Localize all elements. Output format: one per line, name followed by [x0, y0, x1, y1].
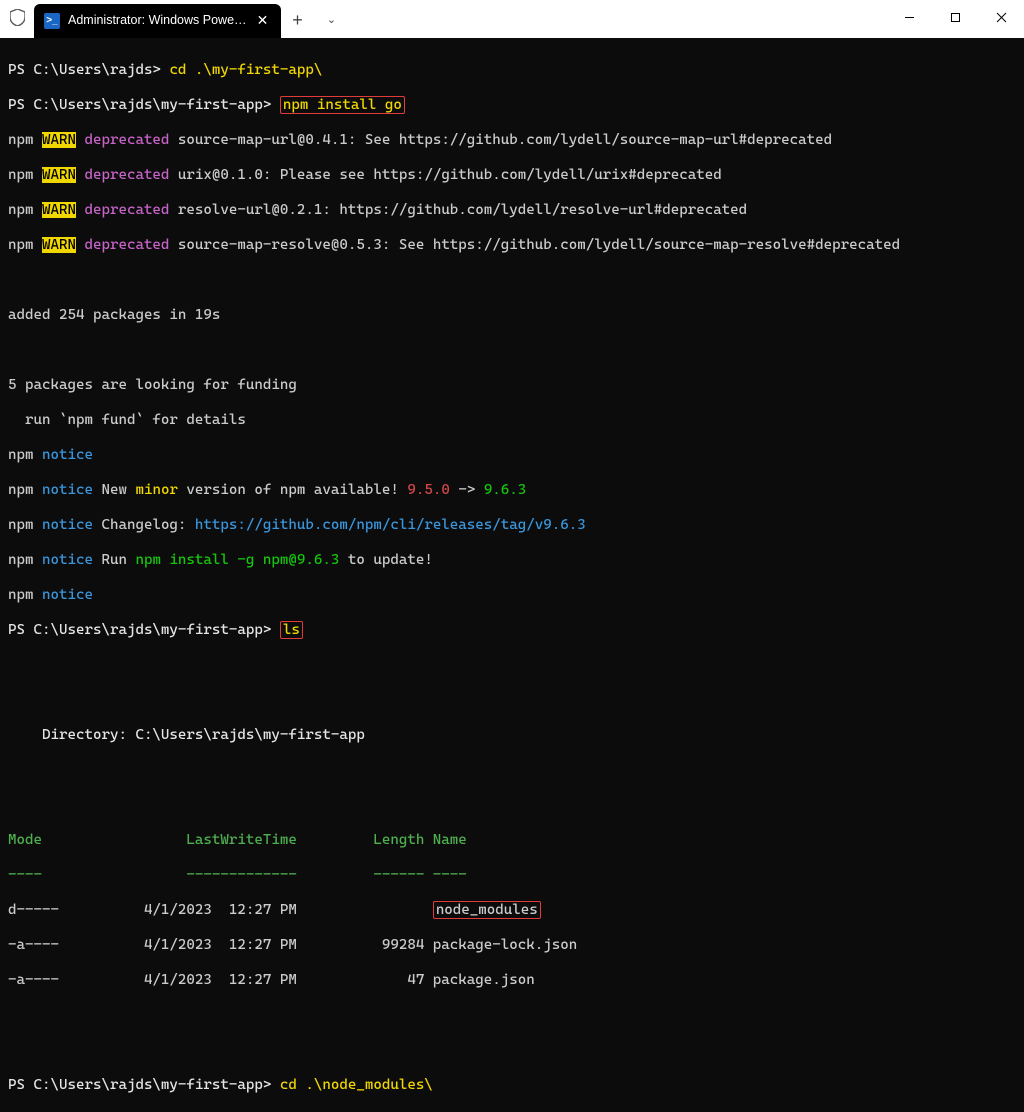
minimize-button[interactable] — [886, 0, 932, 34]
npm-notice-line: npm notice Run npm install -g npm@9.6.3 … — [8, 552, 1016, 570]
window-controls — [886, 0, 1024, 34]
blank-line — [8, 762, 1016, 780]
npm-notice-line: npm notice New minor version of npm avai… — [8, 482, 1016, 500]
highlight-ls: ls — [280, 621, 303, 639]
new-tab-button[interactable]: + — [281, 4, 315, 38]
table-header: Mode LastWriteTime Length Name — [8, 832, 1016, 850]
table-separator: ---- ------------- ------ ---- — [8, 867, 1016, 885]
terminal-output[interactable]: PS C:\Users\rajds> cd .\my-first-app\ PS… — [0, 38, 1024, 1112]
output-line: 5 packages are looking for funding — [8, 377, 1016, 395]
blank-line — [8, 1007, 1016, 1025]
highlight-npm-install: npm install go — [280, 96, 405, 114]
output-line: added 254 packages in 19s — [8, 307, 1016, 325]
prompt-line: PS C:\Users\rajds\my-first-app> ls — [8, 622, 1016, 640]
maximize-button[interactable] — [932, 0, 978, 34]
blank-line — [8, 342, 1016, 360]
npm-notice-line: npm notice — [8, 587, 1016, 605]
blank-line — [8, 692, 1016, 710]
shield-icon — [0, 0, 34, 34]
table-row: -a---- 4/1/2023 12:27 PM 47 package.json — [8, 972, 1016, 990]
close-window-button[interactable] — [978, 0, 1024, 34]
powershell-icon: >_ — [44, 13, 60, 29]
npm-notice-line: npm notice — [8, 447, 1016, 465]
directory-line: Directory: C:\Users\rajds\my-first-app — [8, 727, 1016, 745]
active-tab[interactable]: >_ Administrator: Windows Powe… ✕ — [34, 4, 281, 38]
table-row: -a---- 4/1/2023 12:27 PM 99284 package-l… — [8, 937, 1016, 955]
close-tab-icon[interactable]: ✕ — [255, 13, 271, 29]
blank-line — [8, 1042, 1016, 1060]
npm-warn-line: npm WARN deprecated resolve-url@0.2.1: h… — [8, 202, 1016, 220]
npm-notice-line: npm notice Changelog: https://github.com… — [8, 517, 1016, 535]
blank-line — [8, 272, 1016, 290]
tab-dropdown-button[interactable]: ⌄ — [315, 4, 349, 38]
blank-line — [8, 797, 1016, 815]
table-row: d----- 4/1/2023 12:27 PM node_modules — [8, 902, 1016, 920]
prompt-line: PS C:\Users\rajds\my-first-app> npm inst… — [8, 97, 1016, 115]
output-line: run `npm fund` for details — [8, 412, 1016, 430]
window-titlebar: >_ Administrator: Windows Powe… ✕ + ⌄ — [0, 0, 1024, 38]
highlight-node-modules: node_modules — [433, 901, 541, 919]
npm-warn-line: npm WARN deprecated source-map-url@0.4.1… — [8, 132, 1016, 150]
npm-warn-line: npm WARN deprecated urix@0.1.0: Please s… — [8, 167, 1016, 185]
prompt-line: PS C:\Users\rajds\my-first-app> cd .\nod… — [8, 1077, 1016, 1095]
prompt-line: PS C:\Users\rajds> cd .\my-first-app\ — [8, 62, 1016, 80]
tab-title: Administrator: Windows Powe… — [68, 12, 247, 30]
blank-line — [8, 657, 1016, 675]
npm-warn-line: npm WARN deprecated source-map-resolve@0… — [8, 237, 1016, 255]
